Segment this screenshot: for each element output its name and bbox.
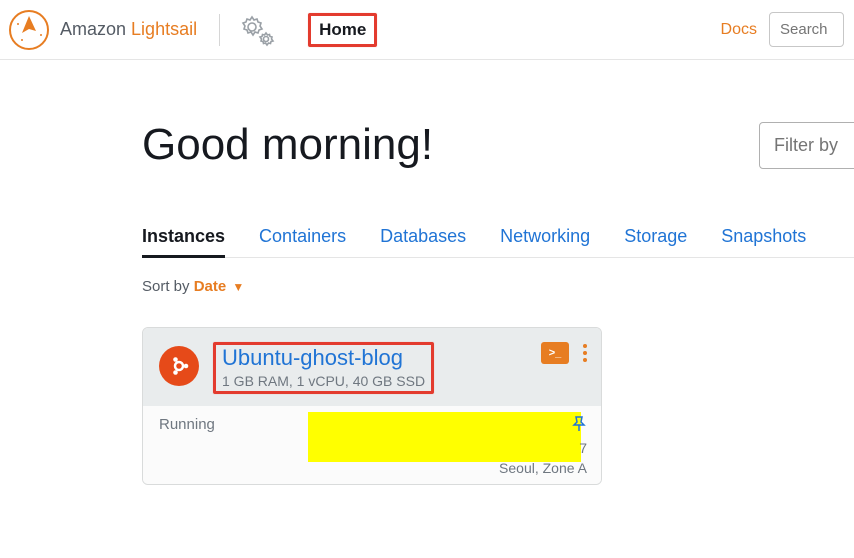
sort-control[interactable]: Sort by Date ▼ xyxy=(142,278,854,295)
terminal-icon: >_ xyxy=(549,347,562,359)
resource-tabs: Instances Containers Databases Networkin… xyxy=(142,226,854,258)
kebab-menu-button[interactable] xyxy=(583,344,587,362)
redaction-mask xyxy=(308,412,581,462)
logo-text: Amazon Lightsail xyxy=(60,19,197,40)
instance-card-header: Ubuntu-ghost-blog 1 GB RAM, 1 vCPU, 40 G… xyxy=(143,328,601,406)
home-link[interactable]: Home xyxy=(308,13,377,47)
main-content: Good morning! Instances Containers Datab… xyxy=(0,60,854,485)
tab-containers[interactable]: Containers xyxy=(259,226,346,257)
instance-ip-fragment: 7 xyxy=(579,440,587,456)
search-input[interactable] xyxy=(769,12,844,47)
ubuntu-icon xyxy=(159,346,199,386)
tab-instances[interactable]: Instances xyxy=(142,226,225,258)
logo[interactable]: Amazon Lightsail xyxy=(8,9,197,51)
tab-storage[interactable]: Storage xyxy=(624,226,687,257)
tab-databases[interactable]: Databases xyxy=(380,226,466,257)
pin-icon[interactable] xyxy=(571,416,587,437)
instance-card[interactable]: Ubuntu-ghost-blog 1 GB RAM, 1 vCPU, 40 G… xyxy=(142,327,602,485)
page-title: Good morning! xyxy=(142,120,433,170)
filter-input[interactable] xyxy=(759,122,854,169)
sort-value: Date xyxy=(194,278,227,295)
instance-card-body: Running 7 Seoul, Zone A xyxy=(143,406,601,484)
chevron-down-icon: ▼ xyxy=(232,280,244,294)
tab-networking[interactable]: Networking xyxy=(500,226,590,257)
divider xyxy=(219,14,220,46)
top-nav: Amazon Lightsail Home Docs xyxy=(0,0,854,60)
settings-button[interactable] xyxy=(234,11,278,49)
tab-snapshots[interactable]: Snapshots xyxy=(721,226,806,257)
instance-specs: 1 GB RAM, 1 vCPU, 40 GB SSD xyxy=(222,373,425,389)
sort-label: Sort by xyxy=(142,278,194,295)
terminal-button[interactable]: >_ xyxy=(541,342,569,364)
gear-icon xyxy=(234,11,278,49)
docs-link[interactable]: Docs xyxy=(721,21,757,39)
instance-region: Seoul, Zone A xyxy=(499,460,587,476)
lightsail-logo-icon xyxy=(8,9,50,51)
instance-name[interactable]: Ubuntu-ghost-blog xyxy=(222,345,425,371)
